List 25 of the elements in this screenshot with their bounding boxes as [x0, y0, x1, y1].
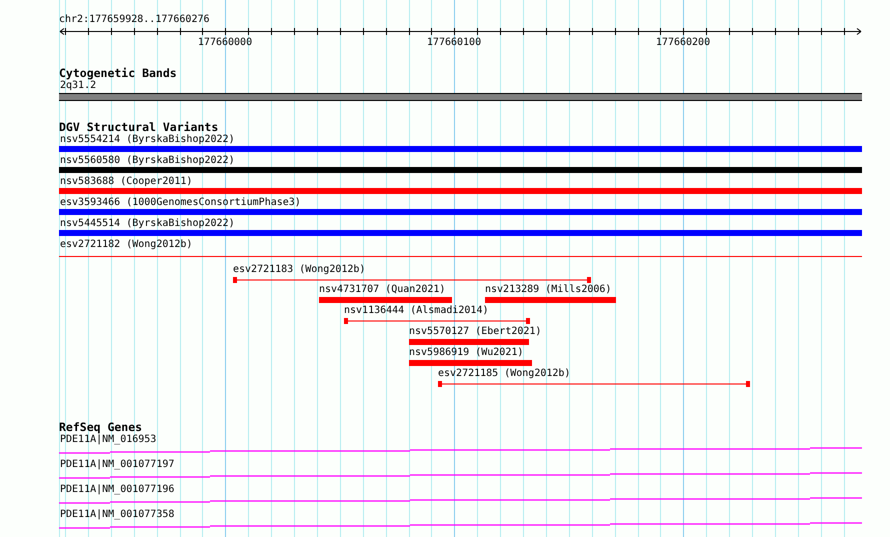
gene-label: PDE11A|NM_001077358 [60, 509, 174, 521]
track-title: RefSeq Genes [59, 421, 142, 434]
gene-label: PDE11A|NM_001077197 [60, 459, 174, 471]
band-label: 2q31.2 [60, 80, 96, 92]
gene-label: PDE11A|NM_016953 [60, 434, 156, 446]
location-label: chr2:177659928..177660276 [59, 14, 211, 26]
variant-label: nsv5560580 (ByrskaBishop2022) [60, 155, 235, 167]
variant-label: esv2721182 (Wong2012b) [60, 239, 192, 251]
variant-label: nsv213289 (Mills2006) [485, 284, 612, 296]
variant-label: nsv583688 (Cooper2011) [60, 176, 192, 188]
variant-label: nsv5445514 (ByrskaBishop2022) [60, 218, 235, 230]
track-title: Cytogenetic Bands [59, 67, 177, 80]
tick-label: 177660200 [656, 37, 710, 49]
track-title: DGV Structural Variants [59, 121, 218, 134]
variant-label: esv2721185 (Wong2012b) [438, 368, 570, 380]
variant-label: nsv5554214 (ByrskaBishop2022) [60, 134, 235, 146]
variant-label: nsv1136444 (Alsmadi2014) [344, 305, 488, 317]
tick-label: 177660100 [426, 37, 482, 49]
tick-label: 177660000 [198, 37, 252, 49]
variant-label: nsv4731707 (Quan2021) [319, 284, 446, 296]
gene-label: PDE11A|NM_001077196 [60, 484, 174, 496]
variant-label: esv2721183 (Wong2012b) [233, 264, 366, 276]
variant-label: esv3593466 (1000GenomesConsortiumPhase3) [60, 197, 301, 209]
variant-label: nsv5570127 (Ebert2021) [409, 326, 542, 338]
variant-label: nsv5986919 (Wu2021) [409, 347, 524, 359]
